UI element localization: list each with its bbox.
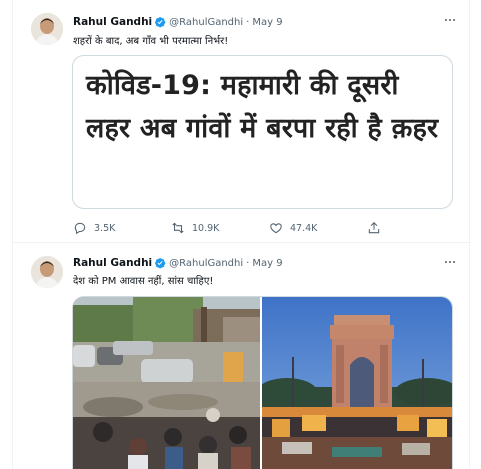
more-options-icon[interactable] — [441, 253, 459, 271]
tweet[interactable]: Rahul Gandhi @RahulGandhi · May 9 देश को… — [13, 244, 471, 469]
india-gate-photo[interactable] — [262, 297, 452, 469]
link-card[interactable]: कोविड-19: महामारी की दूसरी लहर अब गांवों… — [72, 55, 453, 209]
separator: · — [246, 16, 250, 28]
author-name[interactable]: Rahul Gandhi — [73, 16, 152, 28]
separator: · — [246, 257, 250, 269]
avatar[interactable] — [31, 13, 63, 45]
tweet-header: Rahul Gandhi @RahulGandhi · May 9 — [73, 254, 283, 272]
tweet-text: शहरों के बाद, अब गाँव भी परमात्मा निर्भर… — [73, 36, 229, 47]
avatar[interactable] — [31, 256, 63, 288]
tweet-date[interactable]: May 9 — [252, 258, 282, 269]
reply-button[interactable]: 3.5K — [73, 219, 171, 237]
tweet-media — [72, 296, 453, 469]
like-button[interactable]: 47.4K — [269, 219, 367, 237]
card-headline: कोविड-19: महामारी की दूसरी लहर अब गांवों… — [86, 70, 439, 144]
share-button[interactable] — [367, 219, 387, 237]
retweet-button[interactable]: 10.9K — [171, 219, 269, 237]
retweet-count: 10.9K — [192, 222, 220, 234]
verified-badge-icon — [154, 257, 166, 269]
tweet-date[interactable]: May 9 — [252, 17, 282, 28]
reply-icon — [73, 221, 87, 235]
like-count: 47.4K — [290, 222, 318, 234]
like-icon — [269, 221, 283, 235]
tweet-header: Rahul Gandhi @RahulGandhi · May 9 — [73, 13, 283, 31]
author-handle[interactable]: @RahulGandhi — [169, 17, 243, 28]
author-handle[interactable]: @RahulGandhi — [169, 258, 243, 269]
timeline-feed: Rahul Gandhi @RahulGandhi · May 9 शहरों … — [12, 0, 471, 469]
retweet-icon — [171, 221, 185, 235]
reply-count: 3.5K — [94, 222, 116, 234]
street-crowd-photo[interactable] — [73, 297, 261, 469]
tweet[interactable]: Rahul Gandhi @RahulGandhi · May 9 शहरों … — [13, 0, 471, 243]
author-name[interactable]: Rahul Gandhi — [73, 257, 152, 269]
share-icon — [367, 221, 381, 235]
more-options-icon[interactable] — [441, 11, 459, 29]
verified-badge-icon — [154, 16, 166, 28]
tweet-actions: 3.5K 10.9K 47.4K — [73, 219, 413, 237]
tweet-text: देश को PM आवास नहीं, सांस चाहिए! — [73, 276, 214, 287]
